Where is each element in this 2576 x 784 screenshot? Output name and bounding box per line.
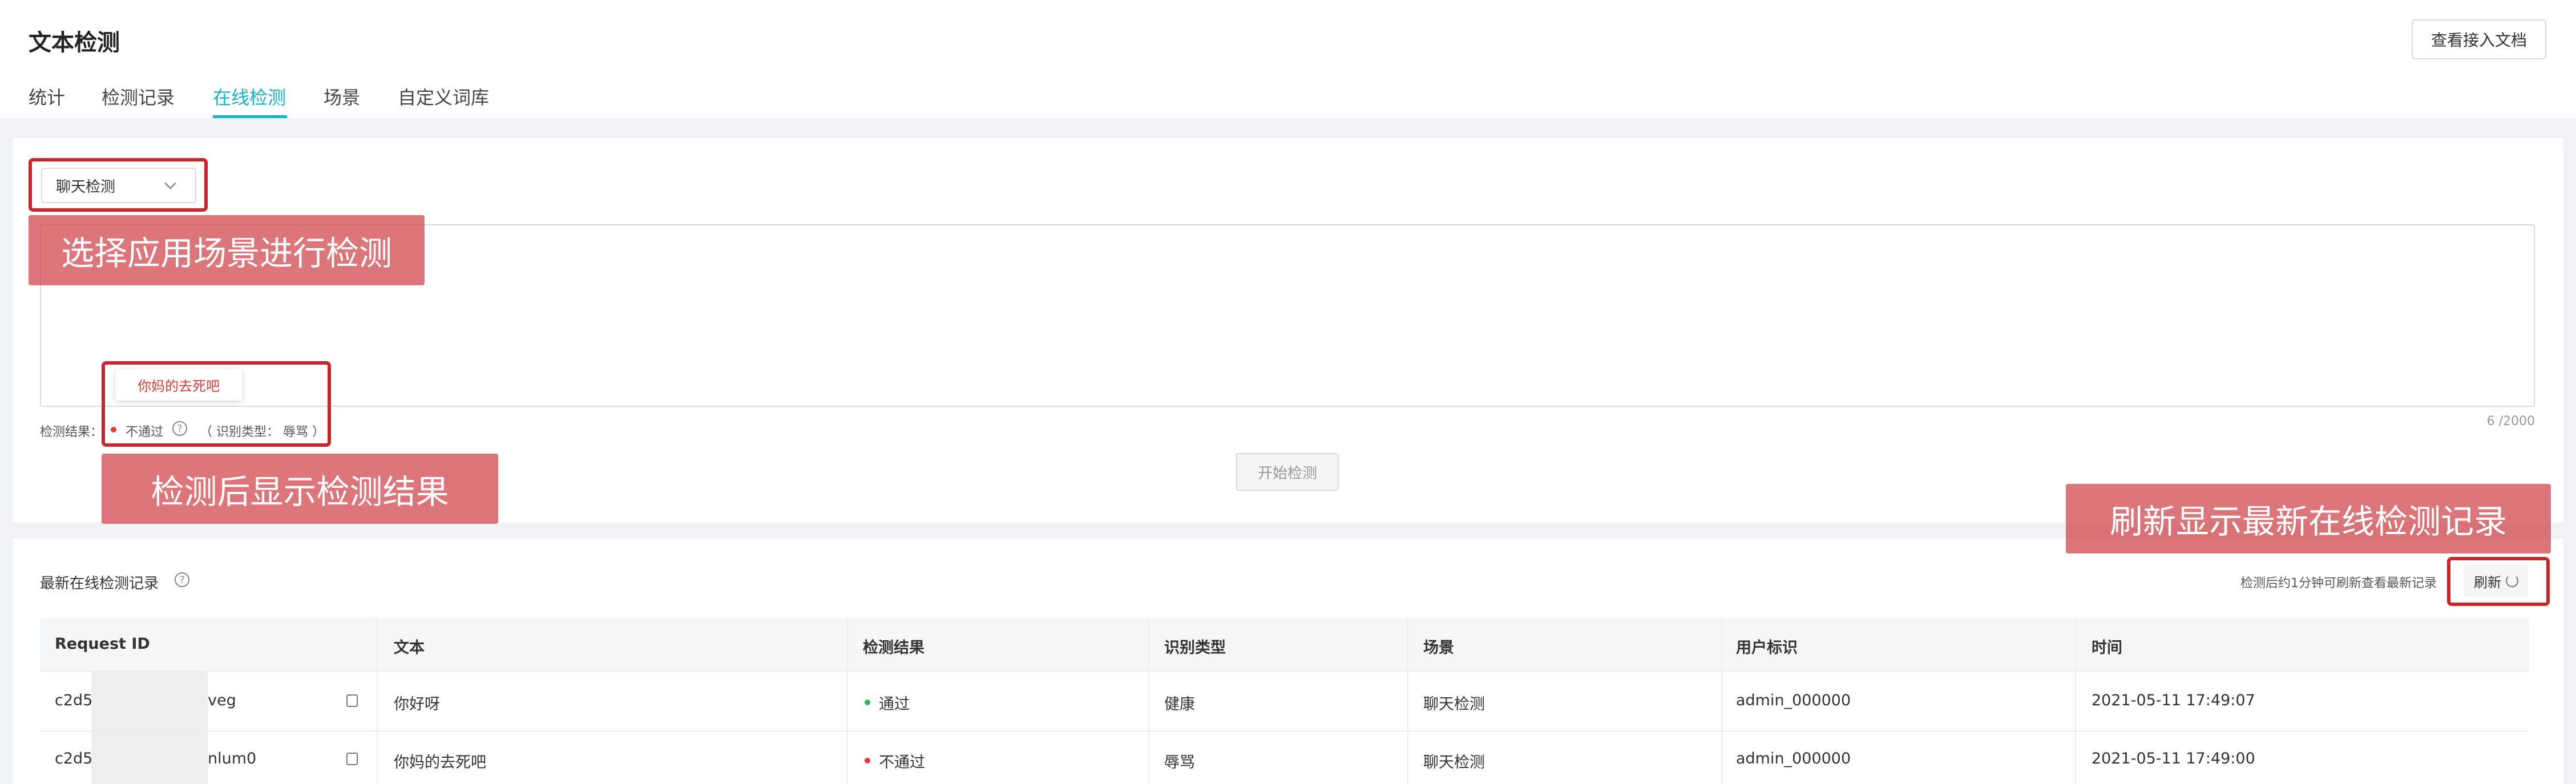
tab-online-detect[interactable]: 在线检测: [213, 83, 286, 110]
column-header-time: 时间: [2092, 639, 2122, 657]
tab-custom-lexicon[interactable]: 自定义词库: [398, 83, 489, 110]
column-header-text: 文本: [394, 639, 425, 657]
fail-status-dot: [865, 758, 870, 763]
tab-scenes[interactable]: 场景: [324, 83, 360, 110]
records-title: 最新在线检测记录: [40, 575, 159, 592]
refresh-hint: 检测后约1分钟可刷新查看最新记录: [2240, 576, 2437, 591]
record-scene: 聊天检测: [1423, 696, 1485, 713]
row-divider: [40, 670, 2529, 672]
redacted-id-mask: [91, 732, 208, 784]
record-text: 你妈的去死吧: [394, 754, 486, 771]
record-user: admin_000000: [1736, 750, 1851, 767]
column-divider: [377, 618, 378, 784]
refresh-highlight: [2447, 557, 2550, 606]
start-detect-button[interactable]: 开始检测: [1236, 453, 1339, 491]
scene-select-highlight: [29, 158, 208, 212]
request-id-suffix: veg: [208, 692, 236, 709]
record-user: admin_000000: [1736, 692, 1851, 709]
record-text: 你好呀: [394, 696, 440, 713]
request-id-prefix: c2d5: [55, 750, 93, 767]
record-result: 不通过: [879, 754, 925, 771]
column-divider: [1721, 618, 1722, 784]
view-docs-button[interactable]: 查看接入文档: [2412, 19, 2546, 59]
column-divider: [1407, 618, 1408, 784]
copy-icon[interactable]: [346, 694, 358, 707]
request-id-prefix: c2d5: [55, 692, 93, 709]
column-header-request-id: Request ID: [55, 635, 150, 653]
active-tab-indicator: [213, 115, 287, 118]
records-help-icon[interactable]: ?: [175, 572, 189, 587]
pass-status-dot: [865, 700, 870, 705]
page-header: [0, 0, 2576, 118]
tab-records[interactable]: 检测记录: [102, 83, 175, 110]
redacted-id-mask: [91, 672, 208, 731]
annotation-result-display: 检测后显示检测结果: [102, 454, 498, 524]
column-header-scene: 场景: [1423, 639, 1454, 657]
request-id-suffix: nlum0: [208, 750, 257, 767]
record-time: 2021-05-11 17:49:00: [2092, 750, 2255, 767]
annotation-refresh-records: 刷新显示最新在线检测记录: [2066, 484, 2551, 553]
column-header-type: 识别类型: [1164, 639, 1226, 657]
column-divider: [847, 618, 848, 784]
result-label: 检测结果：: [40, 425, 103, 439]
annotation-select-scene: 选择应用场景进行检测: [29, 215, 425, 285]
column-divider: [1148, 618, 1149, 784]
row-divider: [40, 730, 2529, 732]
column-divider: [2075, 618, 2076, 784]
record-result: 通过: [879, 696, 910, 713]
record-scene: 聊天检测: [1423, 754, 1485, 771]
result-highlight: [102, 361, 331, 447]
record-type: 辱骂: [1164, 754, 1195, 771]
copy-icon[interactable]: [346, 753, 358, 765]
column-header-user: 用户标识: [1736, 639, 1798, 657]
record-time: 2021-05-11 17:49:07: [2092, 692, 2255, 709]
record-type: 健康: [1164, 696, 1195, 713]
page-title: 文本检测: [29, 30, 120, 56]
char-counter: 6 /2000: [2486, 414, 2535, 429]
column-header-result: 检测结果: [863, 639, 924, 657]
tab-stats[interactable]: 统计: [29, 83, 65, 110]
